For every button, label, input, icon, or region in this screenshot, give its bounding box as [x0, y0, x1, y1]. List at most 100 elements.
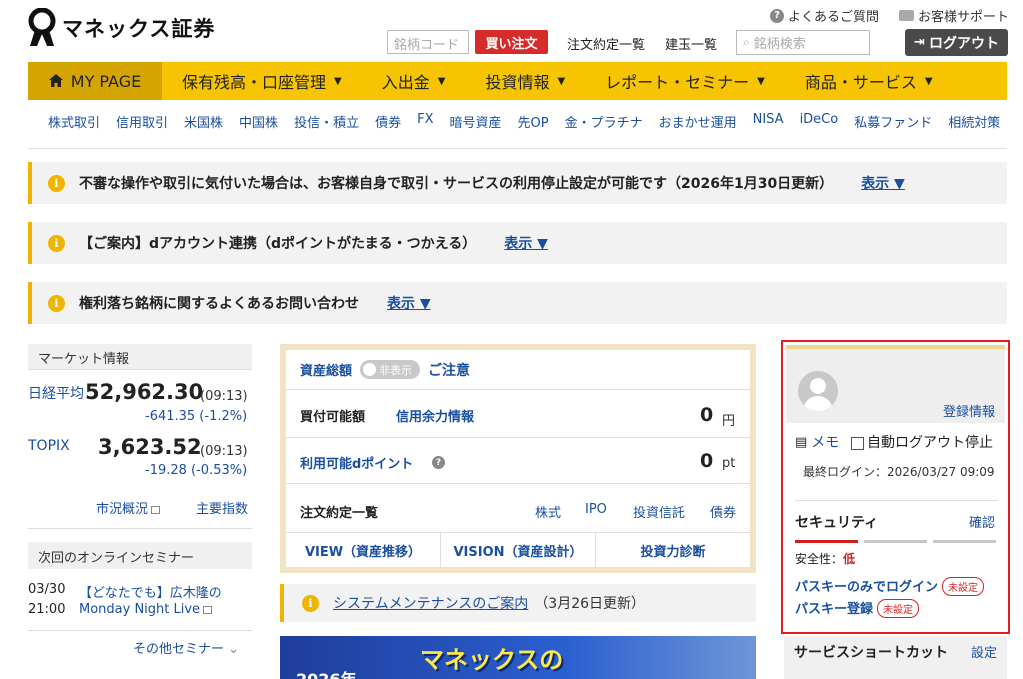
- topix-time: (09:13): [200, 444, 248, 459]
- nav-mypage[interactable]: MY PAGE: [28, 62, 162, 100]
- vision-tab[interactable]: VISION（資産設計）: [441, 533, 596, 567]
- nav-holdings[interactable]: 保有残高・口座管理 ▼: [182, 69, 342, 93]
- seminar-date: 03/30: [28, 582, 66, 597]
- nav-investment-info[interactable]: 投資情報 ▼: [485, 69, 565, 93]
- stock-search-input[interactable]: ⌕ 銘柄検索: [736, 30, 870, 55]
- subnav-item[interactable]: おまかせ運用: [651, 112, 745, 131]
- more-seminars-link[interactable]: その他セミナー ⌄: [133, 638, 239, 657]
- chevron-down-icon: ⌄: [228, 642, 240, 657]
- logout-button[interactable]: ⇥ ログアウト: [905, 29, 1008, 56]
- monex-logo[interactable]: マネックス証券: [26, 7, 215, 48]
- orders-bond-link[interactable]: 債券: [710, 502, 736, 521]
- account-header: 登録情報: [786, 345, 1005, 423]
- major-indices-link[interactable]: 主要指数: [196, 498, 248, 517]
- notice-expand-link[interactable]: 表示 ▼: [861, 173, 905, 193]
- caution-link[interactable]: ご注意: [428, 360, 470, 380]
- subnav-item[interactable]: 先OP: [510, 112, 557, 131]
- passkey-only-login-link[interactable]: パスキーのみでログイン 未設定: [795, 576, 985, 596]
- orders-ipo-link[interactable]: IPO: [585, 502, 607, 517]
- nav-products[interactable]: 商品・サービス ▼: [805, 69, 933, 93]
- topix-link[interactable]: TOPIX: [28, 438, 70, 454]
- divider: [795, 500, 998, 501]
- maintenance-link[interactable]: システムメンテナンスのご案内: [333, 593, 528, 613]
- security-title: セキュリティ: [795, 515, 879, 531]
- market-overview-link[interactable]: 市況概況: [96, 498, 161, 517]
- pt-unit: pt: [722, 456, 736, 471]
- topix-value: 3,623.52: [98, 435, 202, 459]
- divider: [28, 528, 252, 529]
- external-link-icon: [151, 505, 161, 514]
- orders-label: 注文約定一覧: [300, 506, 379, 521]
- subnav-item[interactable]: 信用取引: [108, 112, 176, 131]
- subnav-item[interactable]: 金・プラチナ: [557, 112, 651, 131]
- seminar-link-title[interactable]: 【どなたでも】広木隆の: [79, 582, 222, 601]
- yen-unit: 円: [722, 414, 736, 429]
- nav-reports[interactable]: レポート・セミナー ▼: [605, 69, 765, 93]
- nav-deposit[interactable]: 入出金 ▼: [382, 69, 446, 93]
- info-icon: i: [48, 174, 65, 192]
- seminar-title: 次回のオンラインセミナー: [28, 542, 252, 569]
- seminar-time: 21:00: [28, 602, 66, 617]
- asset-visibility-toggle[interactable]: 非表示: [360, 360, 421, 379]
- subnav-item[interactable]: 投信・積立: [286, 112, 367, 131]
- help-icon[interactable]: ?: [432, 456, 445, 469]
- checkbox-icon: [851, 436, 864, 450]
- unset-badge: 未設定: [877, 599, 920, 618]
- subnav-item[interactable]: 暗号資産: [441, 112, 509, 131]
- view-tab[interactable]: VIEW（資産推移）: [286, 533, 441, 567]
- banner-title: マネックスの: [420, 646, 564, 674]
- asset-total-link[interactable]: 資産総額: [300, 360, 352, 379]
- registration-info-link[interactable]: 登録情報: [943, 401, 995, 420]
- toggle-knob: [363, 363, 377, 376]
- subnav-item[interactable]: 債券: [367, 112, 409, 131]
- buying-power-row: 買付可能額 信用余力情報 0 円: [286, 391, 750, 438]
- seminar-link[interactable]: Monday Night Live: [79, 602, 213, 617]
- promo-banner[interactable]: マネックスの 2026年: [280, 636, 756, 679]
- auto-logout-checkbox[interactable]: 自動ログアウト停止: [851, 432, 993, 452]
- market-info-title: マーケット情報: [28, 344, 252, 370]
- last-login: 最終ログイン：2026/03/27 09:09: [803, 465, 995, 479]
- subnav-item[interactable]: iDeCo: [792, 112, 847, 131]
- dpoint-link[interactable]: 利用可能dポイント: [300, 453, 413, 472]
- banner-year: 2026年: [296, 666, 357, 679]
- notice-expand-link[interactable]: 表示 ▼: [387, 293, 431, 313]
- buy-order-button[interactable]: 買い注文: [475, 30, 548, 54]
- position-list-link[interactable]: 建玉一覧: [665, 34, 717, 53]
- faq-link[interactable]: ? よくあるご質問: [769, 6, 879, 25]
- logo-mark-icon: [26, 7, 58, 48]
- diagnosis-tab[interactable]: 投資力診断: [596, 533, 750, 567]
- info-icon: i: [302, 594, 319, 612]
- nikkei-link[interactable]: 日経平均: [28, 383, 84, 403]
- subnav-item[interactable]: 私募ファンド: [846, 112, 940, 131]
- notice-suspend: i 不審な操作や取引に気付いた場合は、お客様自身で取引・サービスの利用停止設定が…: [28, 162, 1007, 204]
- caret-down-icon: ▼: [557, 75, 566, 87]
- passkey-register-link[interactable]: パスキー登録 未設定: [795, 598, 920, 618]
- notice-ex-rights: i 権利落ち銘柄に関するよくあるお問い合わせ 表示 ▼: [28, 282, 1007, 324]
- credit-info-link[interactable]: 信用余力情報: [396, 406, 474, 425]
- order-list-link[interactable]: 注文約定一覧: [567, 34, 645, 53]
- main-nav: MY PAGE 保有残高・口座管理 ▼ 入出金 ▼ 投資情報 ▼ レポート・セミナー ▼…: [28, 62, 1007, 100]
- asset-bottom-tabs: VIEW（資産推移） VISION（資産設計） 投資力診断: [286, 533, 750, 567]
- subnav-item[interactable]: 株式取引: [40, 112, 108, 131]
- security-confirm-link[interactable]: 確認: [969, 512, 995, 531]
- maintenance-notice: i システムメンテナンスのご案内 （3月26日更新）: [280, 584, 756, 622]
- subnav-item[interactable]: FX: [409, 112, 441, 131]
- subnav-item[interactable]: 中国株: [231, 112, 286, 131]
- caret-down-icon: ▼: [437, 75, 446, 87]
- support-link[interactable]: お客様サポート: [898, 6, 1009, 25]
- search-icon: ⌕: [743, 35, 750, 49]
- stock-code-input[interactable]: 銘柄コード: [387, 30, 469, 54]
- subnav-item[interactable]: 米国株: [176, 112, 231, 131]
- memo-link[interactable]: ▤ メモ: [795, 432, 839, 452]
- orders-fund-link[interactable]: 投資信託: [633, 502, 685, 521]
- subnav-item[interactable]: NISA: [745, 112, 792, 131]
- maintenance-date: （3月26日更新）: [534, 596, 646, 612]
- orders-stock-link[interactable]: 株式: [535, 502, 561, 521]
- security-level-bar-3: [933, 540, 996, 543]
- subnav-item[interactable]: 相続対策: [940, 112, 1008, 131]
- notice-expand-link[interactable]: 表示 ▼: [504, 233, 548, 253]
- divider: [28, 630, 252, 631]
- unset-badge: 未設定: [942, 577, 985, 596]
- shortcut-settings-link[interactable]: 設定: [971, 642, 997, 661]
- orders-row: 注文約定一覧 株式 IPO 投資信託 債券: [286, 485, 750, 533]
